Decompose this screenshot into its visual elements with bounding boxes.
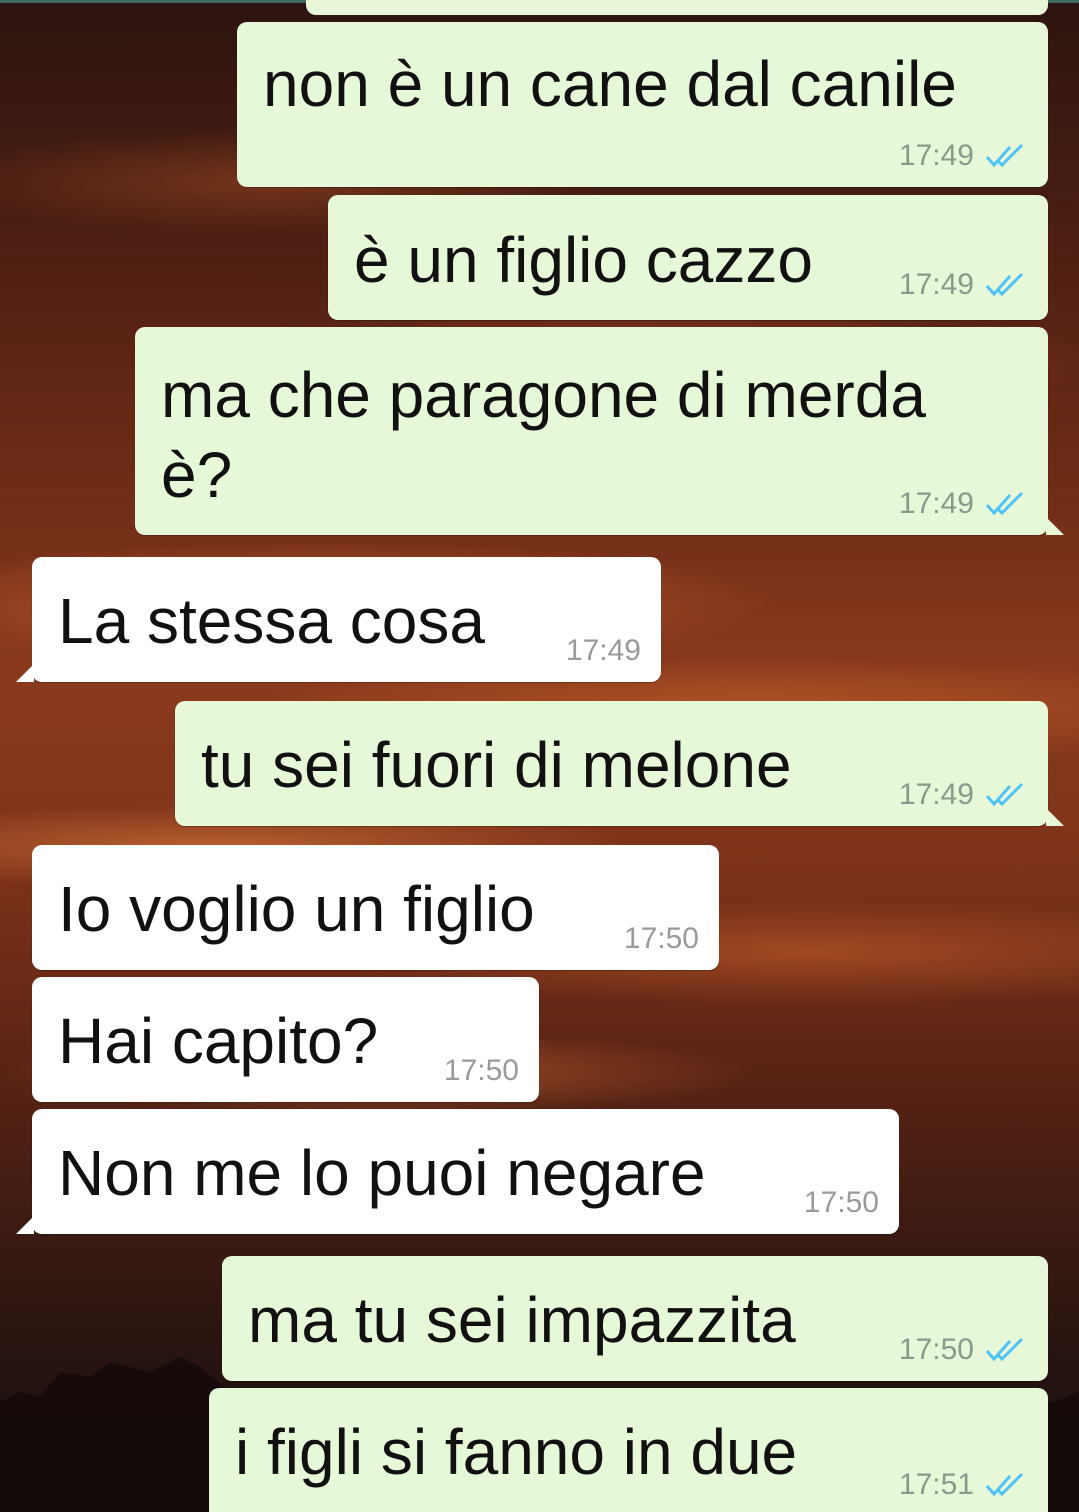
message-text: Non me lo puoi negare	[58, 1137, 706, 1209]
message-time: 17:50	[623, 922, 699, 955]
double-check-icon	[985, 1472, 1024, 1497]
message-time: 17:49	[898, 268, 974, 301]
message-text: è un figlio cazzo	[354, 224, 813, 296]
message-text: La stessa cosa	[58, 585, 485, 657]
double-check-icon	[985, 782, 1024, 807]
message-bubble-incoming[interactable]: La stessa cosa 17:49	[16, 557, 661, 682]
message-text: ma tu sei impazzita	[248, 1284, 796, 1356]
double-check-icon	[985, 143, 1024, 168]
message-time: 17:50	[443, 1054, 519, 1087]
message-time: 17:49	[565, 634, 641, 667]
previous-message-bubble[interactable]	[306, 0, 1048, 15]
message-bubble-outgoing[interactable]: è un figlio cazzo 17:49	[328, 195, 1048, 320]
message-text: Io voglio un figlio	[58, 873, 535, 945]
double-check-icon	[985, 272, 1024, 297]
message-time: 17:49	[898, 487, 974, 520]
message-text: ma che paragone di merda è?	[161, 359, 926, 511]
message-bubble-outgoing[interactable]: ma tu sei impazzita 17:50	[222, 1256, 1048, 1381]
message-time: 17:49	[898, 139, 974, 172]
message-text: non è un cane dal canile	[263, 48, 957, 120]
message-text: i figli si fanno in due	[235, 1416, 798, 1488]
message-time: 17:50	[898, 1333, 974, 1366]
double-check-icon	[985, 491, 1024, 516]
message-bubble-incoming[interactable]: Hai capito? 17:50	[32, 977, 539, 1102]
message-bubble-outgoing[interactable]: non è un cane dal canile 17:49	[237, 22, 1048, 187]
message-text: Hai capito?	[58, 1005, 379, 1077]
message-bubble-outgoing[interactable]: i figli si fanno in due 17:51	[209, 1388, 1048, 1512]
message-text: tu sei fuori di melone	[201, 729, 792, 801]
message-time: 17:51	[898, 1468, 974, 1501]
message-bubble-incoming[interactable]: Io voglio un figlio 17:50	[32, 845, 719, 970]
message-time: 17:50	[803, 1186, 879, 1219]
message-time: 17:49	[898, 778, 974, 811]
message-bubble-outgoing[interactable]: ma che paragone di merda è? 17:49	[135, 327, 1064, 535]
message-bubble-outgoing[interactable]: tu sei fuori di melone 17:49	[175, 701, 1064, 826]
double-check-icon	[985, 1337, 1024, 1362]
message-bubble-incoming[interactable]: Non me lo puoi negare 17:50	[16, 1109, 899, 1234]
